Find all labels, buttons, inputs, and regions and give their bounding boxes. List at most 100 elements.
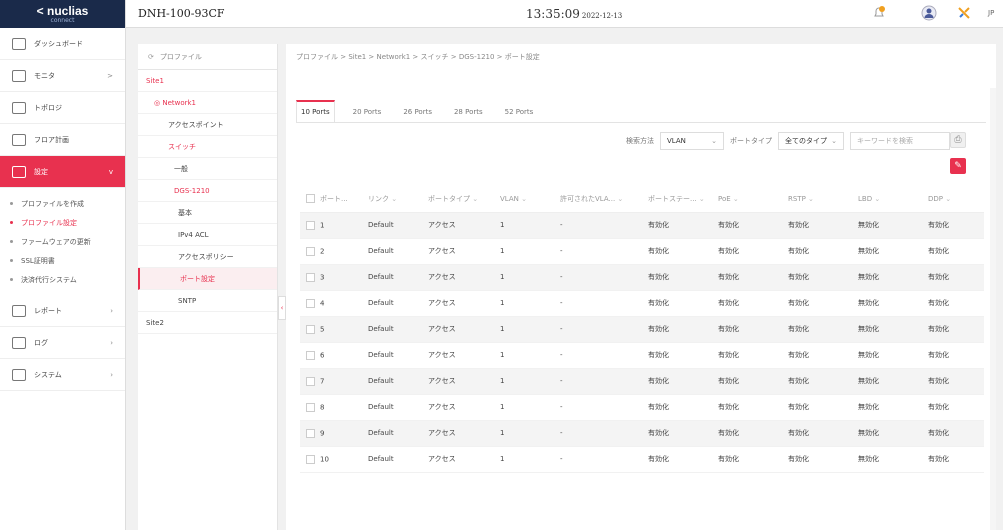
- nav-item-system[interactable]: システム ›: [0, 359, 125, 391]
- nav-item-settings[interactable]: 設定 v: [0, 156, 125, 188]
- search-method-select[interactable]: VLAN ⌄: [660, 132, 724, 150]
- scrollbar[interactable]: [990, 88, 996, 530]
- table-row[interactable]: 2 Default アクセス 1 - 有効化 有効化 有効化 無効化 有効化: [300, 238, 984, 265]
- cell-value: 無効化: [858, 429, 879, 437]
- nav-item-log[interactable]: ログ ›: [0, 327, 125, 359]
- cell-value: 有効化: [648, 455, 669, 463]
- nav-item-label: レポート: [34, 306, 62, 315]
- row-checkbox[interactable]: [306, 272, 315, 282]
- table-cell: 有効化: [712, 212, 782, 239]
- column-header[interactable]: LBD ⌄: [852, 186, 922, 213]
- table-header-row: ポート... リンク ⌄ ポートタイプ ⌄ VLAN ⌄ 許可されたVLA... ⌄ ポー…: [300, 186, 984, 213]
- table-row[interactable]: 9 Default アクセス 1 - 有効化 有効化 有効化 無効化 有効化: [300, 420, 984, 447]
- tree-item[interactable]: SNTP: [138, 290, 277, 312]
- report-icon: [12, 304, 26, 317]
- collapse-tree-button[interactable]: ‹: [278, 296, 286, 320]
- row-checkbox[interactable]: [306, 350, 315, 360]
- cell-value: 8: [320, 403, 325, 411]
- column-header[interactable]: ポートタイプ ⌄: [422, 186, 494, 213]
- tools-icon[interactable]: [956, 5, 972, 21]
- nav-item-report[interactable]: レポート ›: [0, 295, 125, 327]
- tree-item[interactable]: 基本: [138, 202, 277, 224]
- tree-item[interactable]: ◎ Network1: [138, 92, 277, 114]
- row-checkbox[interactable]: [306, 298, 315, 308]
- tree-item[interactable]: DGS-1210: [138, 180, 277, 202]
- tree-item[interactable]: スイッチ: [138, 136, 277, 158]
- table-row[interactable]: 5 Default アクセス 1 - 有効化 有効化 有効化 無効化 有効化: [300, 316, 984, 343]
- row-checkbox[interactable]: [306, 454, 315, 464]
- table-cell: 有効化: [922, 316, 984, 343]
- cell-value: Default: [368, 273, 394, 281]
- nav-item-dashboard[interactable]: ダッシュボード: [0, 28, 125, 60]
- table-row[interactable]: 4 Default アクセス 1 - 有効化 有効化 有効化 無効化 有効化: [300, 290, 984, 317]
- search-input[interactable]: キーワードを検索: [850, 132, 950, 150]
- nav-item-topology[interactable]: トポロジ: [0, 92, 125, 124]
- row-checkbox[interactable]: [306, 324, 315, 334]
- cell-value: 有効化: [928, 273, 949, 281]
- bullet-icon: [10, 240, 13, 243]
- search-method-value: VLAN: [667, 137, 686, 145]
- table-row[interactable]: 3 Default アクセス 1 - 有効化 有効化 有効化 無効化 有効化: [300, 264, 984, 291]
- tree-item[interactable]: 一般: [138, 158, 277, 180]
- device-name: DNH-100-93CF: [138, 7, 225, 20]
- cell-value: 1: [500, 325, 505, 333]
- tree-item[interactable]: Site1: [138, 70, 277, 92]
- tree-item[interactable]: アクセスポイント: [138, 114, 277, 136]
- column-header[interactable]: ポートステー... ⌄: [642, 186, 712, 213]
- row-checkbox[interactable]: [306, 220, 315, 230]
- tab-20-ports[interactable]: 20 Ports: [349, 108, 386, 122]
- column-header[interactable]: DDP ⌄: [922, 186, 984, 213]
- settings-sub-item[interactable]: プロファイルを作成: [0, 194, 125, 213]
- table-row[interactable]: 1 Default アクセス 1 - 有効化 有効化 有効化 無効化 有効化: [300, 212, 984, 239]
- chevron-right-icon: ›: [110, 306, 113, 315]
- tab-52-ports[interactable]: 52 Ports: [501, 108, 538, 122]
- settings-sub-item[interactable]: ファームウェアの更新: [0, 232, 125, 251]
- column-header[interactable]: VLAN ⌄: [494, 186, 554, 213]
- row-checkbox[interactable]: [306, 246, 315, 256]
- settings-sub-item[interactable]: 決済代行システム: [0, 270, 125, 289]
- edit-icon[interactable]: ✎: [950, 158, 966, 174]
- table-cell: 有効化: [922, 212, 984, 239]
- tab-26-ports[interactable]: 26 Ports: [399, 108, 436, 122]
- language-selector[interactable]: JP: [988, 9, 994, 17]
- column-header-label: 許可されたVLA...: [560, 194, 616, 203]
- row-checkbox[interactable]: [306, 402, 315, 412]
- brand-logo[interactable]: < nuclias connect: [0, 0, 125, 28]
- cell-value: 有効化: [648, 325, 669, 333]
- table-row[interactable]: 8 Default アクセス 1 - 有効化 有効化 有効化 無効化 有効化: [300, 394, 984, 421]
- cell-value: -: [560, 299, 563, 307]
- column-header[interactable]: 許可されたVLA... ⌄: [554, 186, 642, 213]
- cell-value: 有効化: [928, 325, 949, 333]
- nav-item-monitor[interactable]: モニタ >: [0, 60, 125, 92]
- table-row[interactable]: 10 Default アクセス 1 - 有効化 有効化 有効化 無効化 有効化: [300, 446, 984, 473]
- export-icon[interactable]: ⎙: [950, 132, 966, 148]
- column-header[interactable]: リンク ⌄: [362, 186, 422, 213]
- table-cell: 無効化: [852, 420, 922, 447]
- port-type-select[interactable]: 全てのタイプ ⌄: [778, 132, 844, 150]
- select-all-checkbox[interactable]: [306, 194, 315, 204]
- tree-item[interactable]: ポート設定: [138, 268, 277, 290]
- settings-sub-item[interactable]: SSL証明書: [0, 251, 125, 270]
- tree-item[interactable]: アクセスポリシー: [138, 246, 277, 268]
- port-type-value: 全てのタイプ: [785, 137, 827, 145]
- tree-item[interactable]: Site2: [138, 312, 277, 334]
- nav-item-floorplan[interactable]: フロア計画: [0, 124, 125, 156]
- settings-sub-item[interactable]: プロファイル設定: [0, 213, 125, 232]
- table-cell: 有効化: [782, 420, 852, 447]
- row-checkbox[interactable]: [306, 428, 315, 438]
- column-header[interactable]: PoE ⌄: [712, 186, 782, 213]
- column-header[interactable]: RSTP ⌄: [782, 186, 852, 213]
- cell-value: Default: [368, 403, 394, 411]
- row-checkbox[interactable]: [306, 376, 315, 386]
- tab-10-ports[interactable]: 10 Ports: [296, 100, 335, 122]
- table-cell: 6: [300, 342, 362, 369]
- tree-item[interactable]: IPv4 ACL: [138, 224, 277, 246]
- table-cell: 1: [300, 212, 362, 239]
- bell-icon[interactable]: [871, 5, 887, 21]
- column-header[interactable]: ポート...: [300, 186, 362, 213]
- table-row[interactable]: 6 Default アクセス 1 - 有効化 有効化 有効化 無効化 有効化: [300, 342, 984, 369]
- user-avatar-icon[interactable]: [921, 5, 937, 21]
- tab-28-ports[interactable]: 28 Ports: [450, 108, 487, 122]
- table-row[interactable]: 7 Default アクセス 1 - 有効化 有効化 有効化 無効化 有効化: [300, 368, 984, 395]
- table-cell: 有効化: [712, 368, 782, 395]
